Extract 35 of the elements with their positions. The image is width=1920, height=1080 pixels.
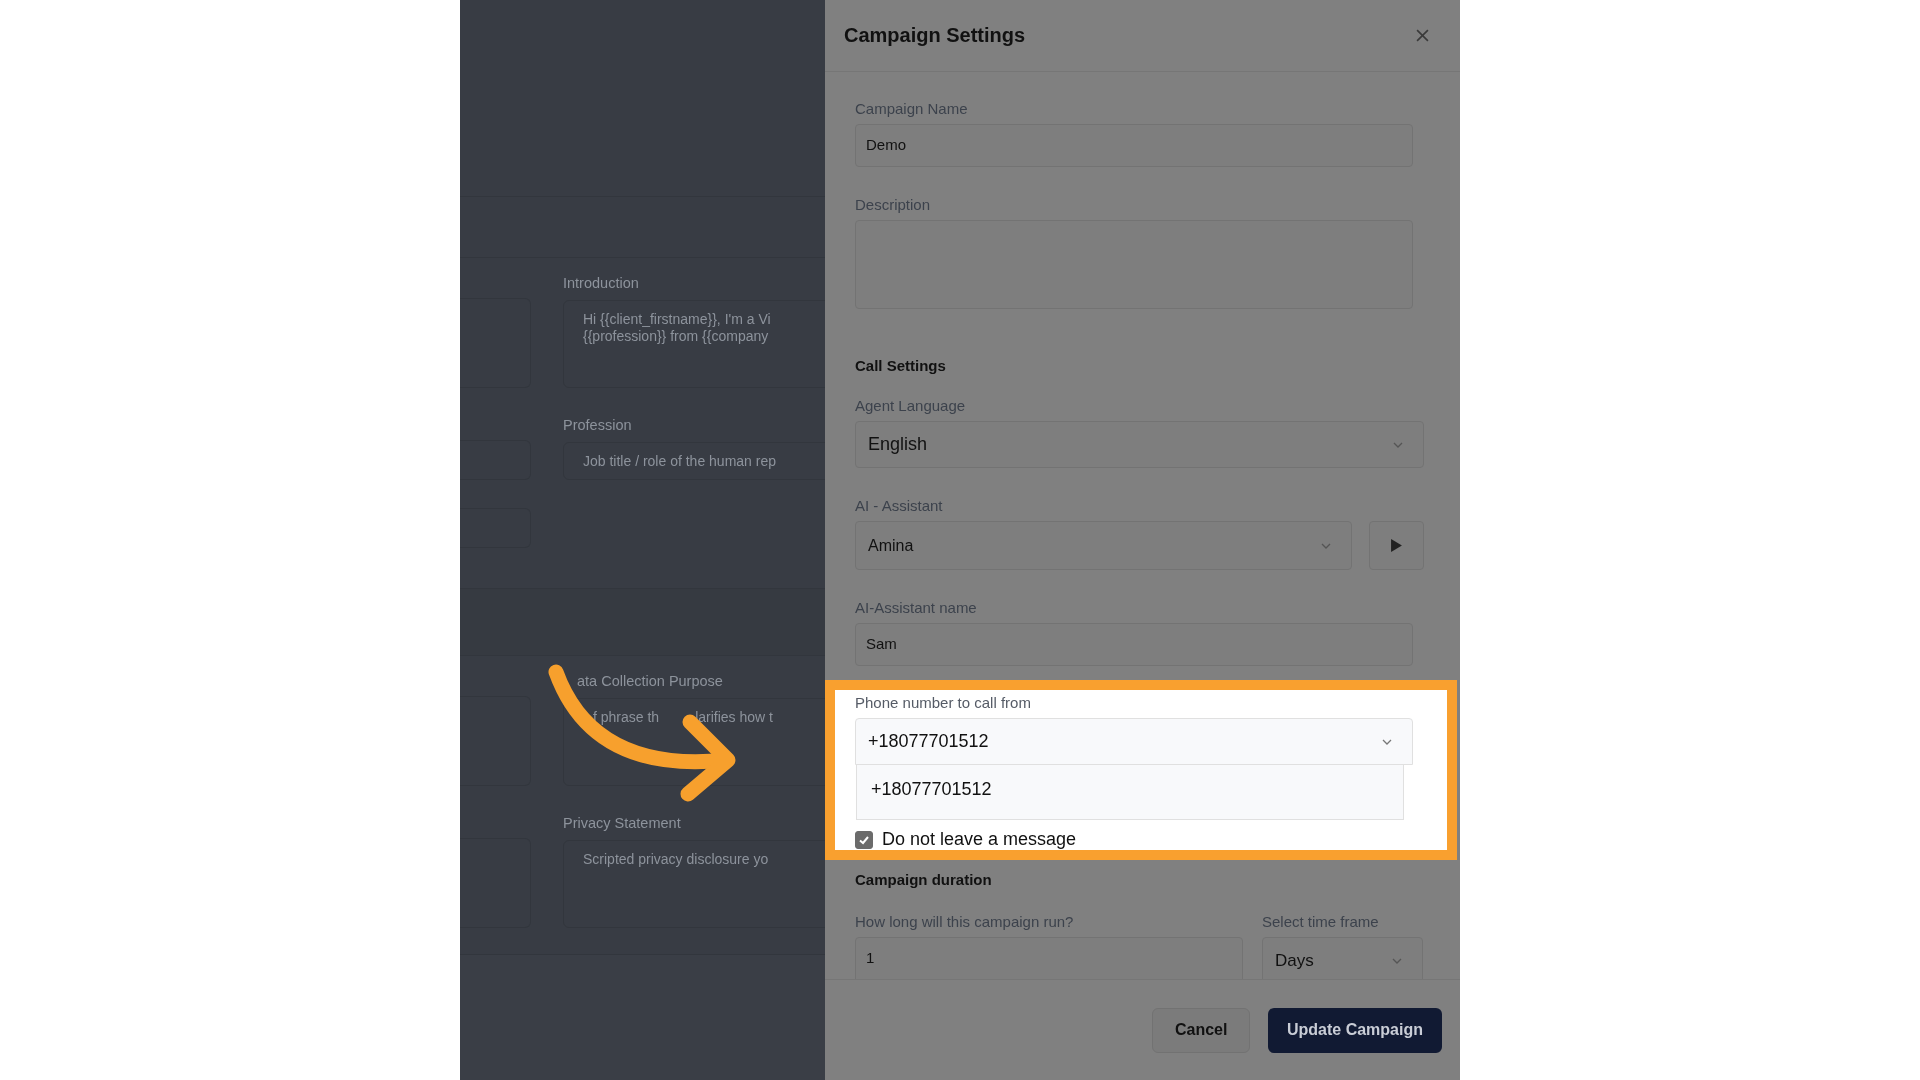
select-field[interactable]: +18077701512	[855, 718, 1413, 765]
select-field[interactable]: Days	[1262, 937, 1423, 979]
input-field[interactable]: Job title / role of the human rep	[563, 442, 825, 480]
field-label: Description	[855, 195, 932, 215]
chevron-down-icon	[1382, 738, 1392, 745]
dropdown-option[interactable]: +18077701512	[856, 765, 1404, 820]
field-label: AI-Assistant name	[855, 598, 978, 618]
section-heading: Campaign duration	[855, 870, 993, 890]
cancel-button[interactable]: Cancel	[1152, 1007, 1250, 1053]
field-label: Profession	[563, 416, 633, 434]
chevron-down-icon	[1393, 441, 1403, 448]
input-field[interactable]: Demo	[855, 124, 1413, 167]
field-label: AI - Assistant	[855, 496, 944, 516]
dialog-title: Campaign Settings	[844, 24, 1026, 47]
field-label: Introduction	[563, 274, 640, 292]
field-label: ata Collection Purpose	[576, 672, 724, 690]
field-label: Phone number to call from	[855, 693, 1032, 713]
checkbox-label: Do not leave a message	[882, 829, 1077, 850]
play-icon	[1391, 539, 1402, 552]
chevron-down-icon	[1392, 957, 1402, 964]
field-label: Campaign Name	[855, 99, 969, 119]
select-field[interactable]: Amina	[855, 521, 1352, 570]
update-button[interactable]: Update Campaign	[1268, 1007, 1442, 1053]
field-label: How long will this campaign run?	[855, 912, 1075, 932]
play-button[interactable]	[1369, 521, 1424, 570]
field-label: Select time frame	[1262, 912, 1380, 932]
input-field[interactable]: Sam	[855, 623, 1413, 666]
input-field[interactable]: 1	[855, 937, 1243, 979]
close-icon[interactable]	[1416, 29, 1429, 42]
section-heading: Call Settings	[855, 356, 947, 376]
field-label: Agent Language	[855, 396, 967, 416]
checkbox[interactable]	[855, 830, 873, 849]
field-label: Privacy Statement	[563, 814, 682, 832]
chevron-down-icon	[1321, 542, 1331, 549]
select-field[interactable]: English	[855, 421, 1424, 468]
